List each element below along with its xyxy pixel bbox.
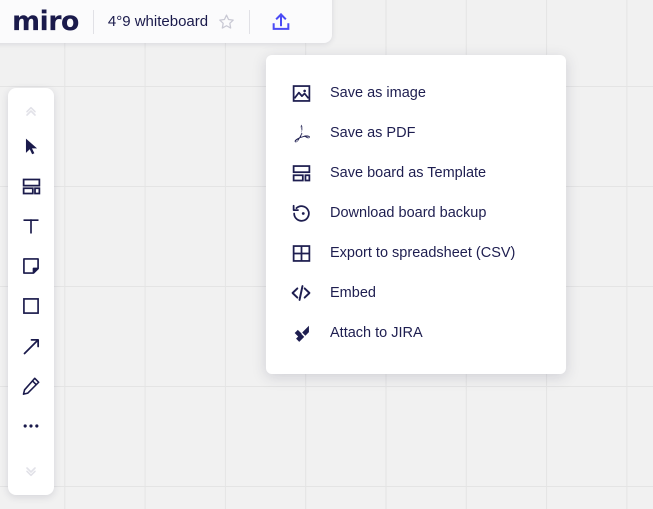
- expand-down-chevron-icon[interactable]: [8, 457, 54, 487]
- cursor-select-icon[interactable]: [8, 126, 54, 166]
- export-dropdown-menu: Save as image Save as PDF Save board as …: [266, 55, 566, 374]
- menu-item-label: Embed: [330, 285, 376, 301]
- menu-item-save-as-pdf[interactable]: Save as PDF: [266, 113, 566, 153]
- header-divider-2: [249, 9, 251, 34]
- star-icon[interactable]: [218, 13, 235, 30]
- menu-item-save-as-image[interactable]: Save as image: [266, 73, 566, 113]
- collapse-up-chevron-icon[interactable]: [8, 96, 54, 126]
- jira-icon: [290, 322, 312, 344]
- menu-item-save-board-as-template[interactable]: Save board as Template: [266, 153, 566, 193]
- arrow-connector-icon[interactable]: [8, 326, 54, 366]
- spreadsheet-grid-icon: [290, 242, 312, 264]
- menu-item-label: Attach to JIRA: [330, 325, 423, 341]
- menu-item-attach-to-jira[interactable]: Attach to JIRA: [266, 313, 566, 353]
- header-divider-1: [92, 9, 94, 34]
- menu-item-label: Download board backup: [330, 205, 487, 221]
- menu-item-embed[interactable]: Embed: [266, 273, 566, 313]
- pen-icon[interactable]: [8, 366, 54, 406]
- menu-item-export-to-spreadsheet[interactable]: Export to spreadsheet (CSV): [266, 233, 566, 273]
- text-icon[interactable]: [8, 206, 54, 246]
- menu-item-label: Save board as Template: [330, 165, 487, 181]
- image-icon: [290, 82, 312, 104]
- miro-logo[interactable]: miro: [0, 8, 79, 35]
- menu-item-label: Save as PDF: [330, 125, 416, 141]
- board-title[interactable]: 4°9 whiteboard: [108, 13, 208, 30]
- menu-item-label: Export to spreadsheet (CSV): [330, 245, 516, 261]
- more-options-icon[interactable]: [8, 406, 54, 446]
- sticky-note-icon[interactable]: [8, 246, 54, 286]
- code-embed-icon: [290, 282, 312, 304]
- backup-restore-icon: [290, 202, 312, 224]
- left-toolbar: [8, 88, 54, 495]
- top-header-bar: miro 4°9 whiteboard: [0, 0, 332, 43]
- template-icon: [290, 162, 312, 184]
- pdf-icon: [290, 122, 312, 144]
- menu-item-label: Save as image: [330, 85, 426, 101]
- upload-icon[interactable]: [264, 5, 298, 39]
- frame-icon[interactable]: [8, 166, 54, 206]
- shape-square-icon[interactable]: [8, 286, 54, 326]
- menu-item-download-board-backup[interactable]: Download board backup: [266, 193, 566, 233]
